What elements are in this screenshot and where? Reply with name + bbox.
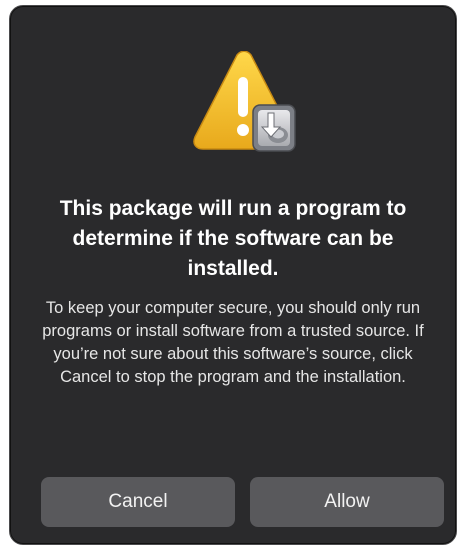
cancel-button[interactable]: Cancel [41, 477, 235, 527]
dialog-message: To keep your computer secure, you should… [42, 299, 424, 386]
installer-package-icon [252, 104, 296, 152]
dialog-title: This package will run a program to deter… [59, 197, 407, 280]
installer-security-dialog: This package will run a program to deter… [9, 5, 457, 545]
warning-icon [189, 50, 299, 157]
allow-button[interactable]: Allow [250, 477, 444, 527]
